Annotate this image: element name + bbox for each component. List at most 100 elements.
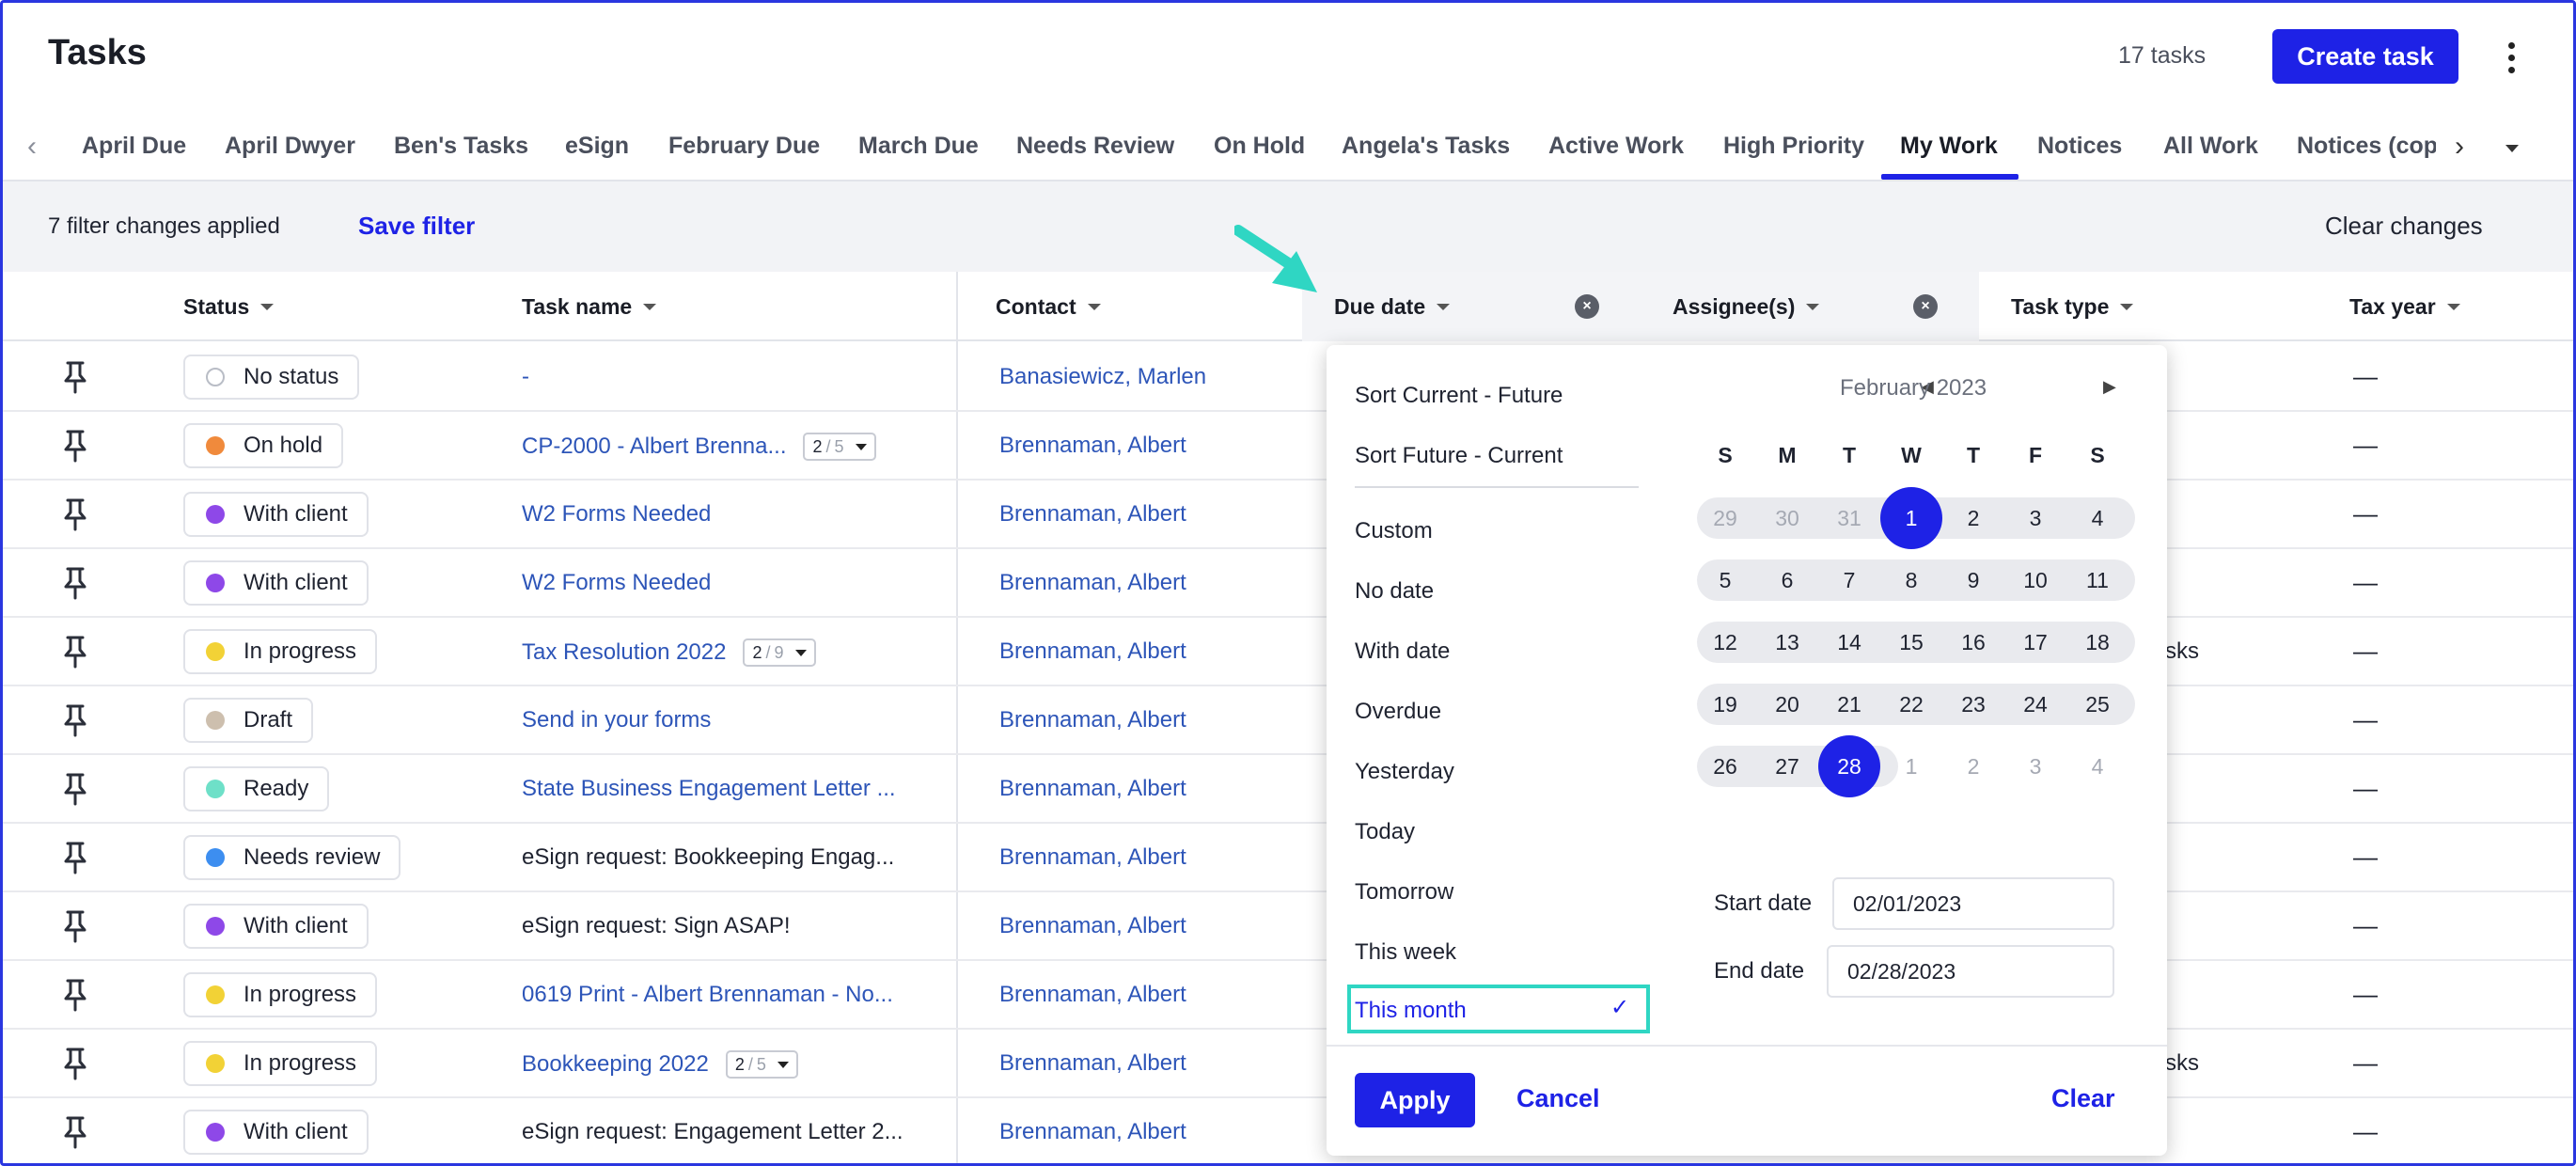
tab-april-dwyer[interactable]: April Dwyer (225, 133, 355, 160)
calendar-day[interactable]: 24 (2004, 673, 2066, 735)
table-row[interactable]: With client eSign request: Engagement Le… (3, 1098, 2573, 1163)
clear-due-date-filter-icon[interactable]: × (1575, 294, 1599, 319)
tab-needs-review[interactable]: Needs Review (1016, 133, 1174, 160)
calendar-day[interactable]: 17 (2004, 611, 2066, 673)
contact-link[interactable]: Brennaman, Albert (999, 1119, 1186, 1145)
date-preset-option[interactable]: Sort Current - Future (1355, 383, 1563, 409)
status-badge[interactable]: With client (183, 560, 369, 606)
tabs-dropdown-icon[interactable] (2498, 134, 2526, 163)
tab-esign[interactable]: eSign (565, 133, 629, 160)
pin-icon[interactable] (61, 703, 89, 737)
calendar-day[interactable]: 2 (1942, 735, 2004, 797)
tab-angelas-tasks[interactable]: Angela's Tasks (1342, 133, 1510, 160)
tab-february-due[interactable]: February Due (668, 133, 820, 160)
table-row[interactable]: With client W2 Forms Needed Brennaman, A… (3, 549, 2573, 618)
calendar-day[interactable]: 1 (1880, 735, 1942, 797)
calendar-day[interactable]: 3 (2004, 735, 2066, 797)
task-name-cell[interactable]: Bookkeeping 2022 2/5 (522, 1050, 798, 1079)
task-name-cell[interactable]: W2 Forms Needed (522, 501, 711, 528)
column-contact[interactable]: Contact (996, 294, 1101, 320)
status-badge[interactable]: Ready (183, 766, 330, 811)
table-row[interactable]: Ready State Business Engagement Letter .… (3, 755, 2573, 824)
contact-link[interactable]: Brennaman, Albert (999, 1050, 1186, 1077)
task-name-cell[interactable]: CP-2000 - Albert Brenna... 2/5 (522, 433, 876, 461)
status-badge[interactable]: In progress (183, 629, 378, 674)
calendar-day[interactable]: 11 (2066, 549, 2128, 611)
calendar-day[interactable]: 7 (1818, 549, 1880, 611)
task-name-link[interactable]: State Business Engagement Letter ... (522, 776, 896, 802)
save-filter-button[interactable]: Save filter (358, 212, 475, 241)
pin-icon[interactable] (61, 360, 89, 394)
date-preset-option[interactable]: No date (1355, 578, 1434, 605)
date-preset-option[interactable]: Yesterday (1355, 759, 1454, 785)
status-badge[interactable]: Needs review (183, 835, 401, 880)
calendar-day[interactable]: 9 (1942, 549, 2004, 611)
task-name-link[interactable]: W2 Forms Needed (522, 501, 711, 528)
contact-link[interactable]: Brennaman, Albert (999, 982, 1186, 1008)
status-badge[interactable]: No status (183, 355, 360, 400)
contact-link[interactable]: Brennaman, Albert (999, 707, 1186, 733)
tab-bens-tasks[interactable]: Ben's Tasks (394, 133, 528, 160)
calendar-day[interactable]: 13 (1756, 611, 1818, 673)
status-badge[interactable]: With client (183, 492, 369, 537)
calendar-day[interactable]: 21 (1818, 673, 1880, 735)
contact-link[interactable]: Brennaman, Albert (999, 433, 1186, 459)
date-preset-option[interactable]: Sort Future - Current (1355, 443, 1563, 469)
task-name-cell[interactable]: eSign request: Engagement Letter 2... (522, 1119, 903, 1145)
status-badge[interactable]: With client (183, 1110, 369, 1155)
clear-button[interactable]: Clear (2051, 1084, 2115, 1113)
end-date-input[interactable] (1827, 945, 2114, 998)
date-preset-option[interactable]: With date (1355, 638, 1450, 665)
tab-high-priority[interactable]: High Priority (1723, 133, 1864, 160)
calendar-day[interactable]: 26 (1694, 735, 1756, 797)
status-badge[interactable]: In progress (183, 1041, 378, 1086)
table-row[interactable]: With client W2 Forms Needed Brennaman, A… (3, 481, 2573, 549)
table-row[interactable]: Draft Send in your forms Brennaman, Albe… (3, 686, 2573, 755)
table-row[interactable]: In progress Bookkeeping 2022 2/5 Brennama… (3, 1030, 2573, 1098)
table-row[interactable]: In progress 0619 Print - Albert Brennama… (3, 961, 2573, 1030)
calendar-day[interactable]: 22 (1880, 673, 1942, 735)
clear-changes-button[interactable]: Clear changes (2325, 212, 2483, 241)
column-due-date[interactable]: Due date (1334, 294, 1451, 320)
date-preset-option[interactable]: Tomorrow (1355, 879, 1453, 906)
task-name-cell[interactable]: eSign request: Sign ASAP! (522, 913, 791, 939)
subtask-counter[interactable]: 2/5 (725, 1050, 798, 1079)
contact-link[interactable]: Brennaman, Albert (999, 570, 1186, 596)
contact-link[interactable]: Brennaman, Albert (999, 638, 1186, 665)
pin-icon[interactable] (61, 497, 89, 531)
calendar-day[interactable]: 29 (1694, 487, 1756, 549)
status-badge[interactable]: On hold (183, 423, 344, 468)
cancel-button[interactable]: Cancel (1516, 1084, 1600, 1113)
contact-link[interactable]: Brennaman, Albert (999, 844, 1186, 871)
date-preset-option[interactable]: Custom (1355, 518, 1433, 544)
calendar-day[interactable]: 31 (1818, 487, 1880, 549)
pin-icon[interactable] (61, 978, 89, 1012)
table-row[interactable]: With client eSign request: Sign ASAP! Br… (3, 892, 2573, 961)
task-name-link[interactable]: eSign request: Engagement Letter 2... (522, 1119, 903, 1145)
task-name-link[interactable]: 0619 Print - Albert Brennaman - No... (522, 982, 893, 1008)
calendar-day[interactable]: 16 (1942, 611, 2004, 673)
pin-icon[interactable] (61, 1047, 89, 1080)
next-month-icon[interactable]: ▶ (2103, 377, 2116, 397)
start-date-input[interactable] (1832, 877, 2114, 930)
pin-icon[interactable] (61, 429, 89, 463)
table-row[interactable]: No status - Banasiewicz, Marlen — (3, 343, 2573, 412)
task-name-cell[interactable]: - (522, 364, 529, 390)
task-name-cell[interactable]: Send in your forms (522, 707, 711, 733)
subtask-counter[interactable]: 2/9 (743, 638, 816, 667)
apply-button[interactable]: Apply (1355, 1073, 1475, 1127)
task-name-link[interactable]: W2 Forms Needed (522, 570, 711, 596)
calendar-day[interactable]: 25 (2066, 673, 2128, 735)
calendar-day[interactable]: 15 (1880, 611, 1942, 673)
calendar-day[interactable]: 19 (1694, 673, 1756, 735)
task-name-link[interactable]: Bookkeeping 2022 (522, 1051, 709, 1078)
calendar-day[interactable]: 30 (1756, 487, 1818, 549)
clear-assignees-filter-icon[interactable]: × (1913, 294, 1938, 319)
status-badge[interactable]: With client (183, 904, 369, 949)
table-row[interactable]: Needs review eSign request: Bookkeeping … (3, 824, 2573, 892)
task-name-link[interactable]: eSign request: Sign ASAP! (522, 913, 791, 939)
calendar-day[interactable]: 3 (2004, 487, 2066, 549)
column-assignees[interactable]: Assignee(s) (1673, 294, 1820, 320)
tabs-scroll-left-icon[interactable]: ‹ (18, 131, 46, 163)
calendar-day[interactable]: 6 (1756, 549, 1818, 611)
